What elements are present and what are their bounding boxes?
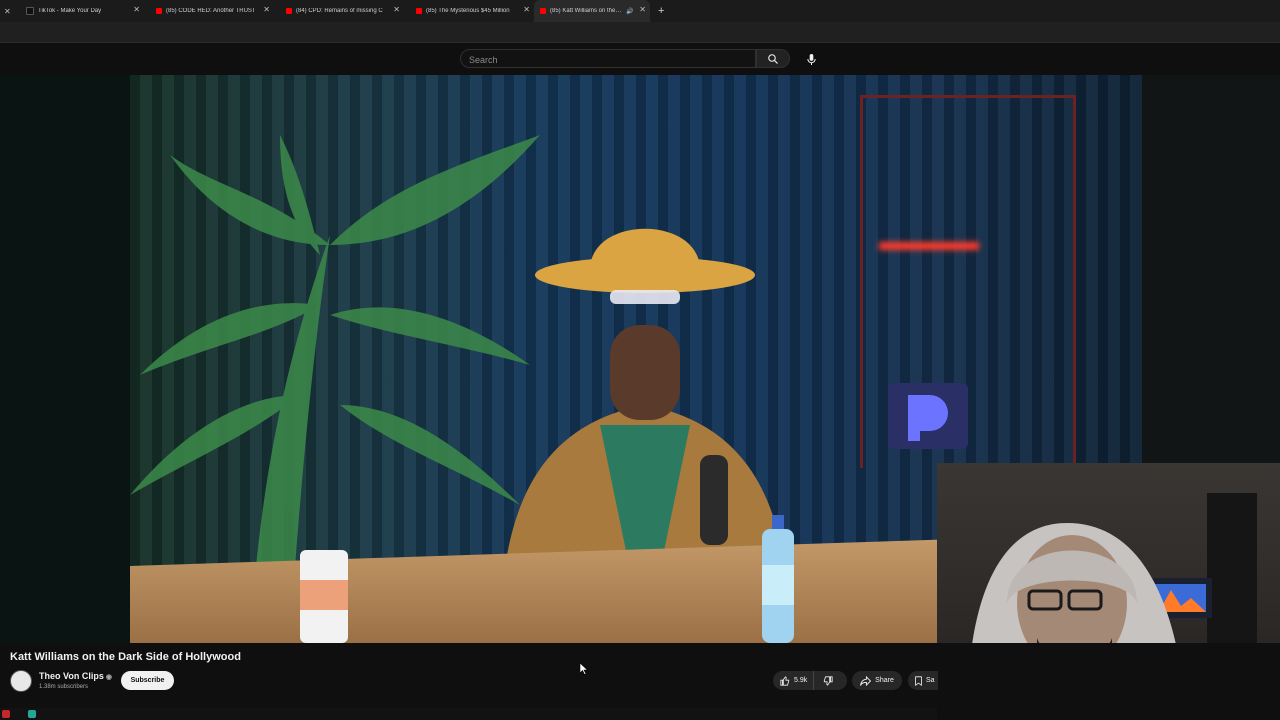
new-tab-button[interactable]: + — [658, 5, 664, 17]
search-box[interactable] — [460, 49, 756, 68]
browser-tab-strip: ✕ TikTok - Make Your Day ✕ (85) CODE RED… — [0, 0, 1280, 22]
taskbar-app-icon[interactable] — [28, 710, 36, 718]
address-bar[interactable] — [0, 22, 1280, 43]
taskbar-app-icon[interactable] — [2, 710, 10, 718]
tab-close-icon[interactable]: ✕ — [639, 5, 646, 14]
save-button[interactable]: Sa — [908, 671, 938, 690]
mouse-cursor-icon — [580, 663, 588, 675]
channel-name[interactable]: Theo Von Clips ◉ — [39, 671, 112, 681]
tab-code-red[interactable]: (85) CODE RED: Another TRUST ✕ — [144, 0, 274, 22]
speaker-icon[interactable]: 🔊 — [626, 8, 633, 15]
verified-icon: ◉ — [105, 674, 112, 681]
subscriber-count: 1.38m subscribers — [39, 684, 89, 690]
tab-title: (85) Katt Williams on the Da — [550, 8, 622, 14]
save-icon — [915, 675, 922, 686]
masthead — [0, 43, 1280, 75]
like-count: 5.9k — [794, 677, 808, 684]
tab-katt-williams[interactable]: (85) Katt Williams on the Da 🔊 ✕ — [534, 0, 650, 22]
share-icon — [860, 675, 872, 686]
logo-sign-image — [888, 383, 968, 449]
like-button[interactable]: 5.9k — [773, 671, 815, 690]
water-bottle-image — [762, 515, 794, 643]
like-icon — [780, 675, 790, 686]
tab-title: (85) CODE RED: Another TRUST — [166, 8, 256, 14]
player-left-margin — [0, 75, 130, 643]
tiktok-icon — [26, 7, 34, 15]
tab-tiktok[interactable]: TikTok - Make Your Day ✕ — [14, 0, 144, 22]
dislike-button[interactable] — [814, 671, 833, 690]
channel-name-text[interactable]: Theo Von Clips — [39, 671, 104, 681]
tab-close-icon[interactable]: ✕ — [133, 5, 140, 14]
share-button[interactable]: Share — [852, 671, 902, 690]
youtube-icon — [540, 8, 546, 14]
tab-close-icon[interactable]: ✕ — [263, 5, 270, 14]
can-image — [300, 550, 348, 643]
save-label: Sa — [926, 677, 935, 684]
video-title: Katt Williams on the Dark Side of Hollyw… — [10, 651, 241, 663]
subscribe-button[interactable]: Subscribe — [121, 671, 174, 690]
tab-title: (85) The Mysterious $45 Million — [426, 8, 510, 14]
search-button[interactable] — [756, 49, 790, 68]
youtube-icon — [416, 8, 422, 14]
tab-cpd[interactable]: (84) CPD: Remains of missing C ✕ — [274, 0, 404, 22]
channel-avatar[interactable] — [10, 670, 32, 692]
tab-title: (84) CPD: Remains of missing C — [296, 8, 383, 14]
tab-close-icon[interactable]: ✕ — [393, 5, 400, 14]
tab-close-icon[interactable]: ✕ — [4, 7, 11, 16]
voice-search-button[interactable] — [800, 48, 822, 70]
search-icon — [768, 53, 778, 64]
search-input[interactable] — [461, 52, 747, 68]
share-label: Share — [875, 677, 894, 684]
tab-title: TikTok - Make Your Day — [38, 8, 102, 14]
taskbar — [0, 708, 937, 720]
youtube-icon — [286, 8, 292, 14]
tab-close-icon[interactable]: ✕ — [523, 5, 530, 14]
dislike-icon — [824, 675, 833, 686]
tab-close-leading[interactable]: ✕ — [0, 0, 14, 22]
mic-icon — [806, 53, 816, 65]
tab-mysterious[interactable]: (85) The Mysterious $45 Million ✕ — [404, 0, 534, 22]
youtube-icon — [156, 8, 162, 14]
like-dislike-group: 5.9k — [773, 671, 847, 690]
